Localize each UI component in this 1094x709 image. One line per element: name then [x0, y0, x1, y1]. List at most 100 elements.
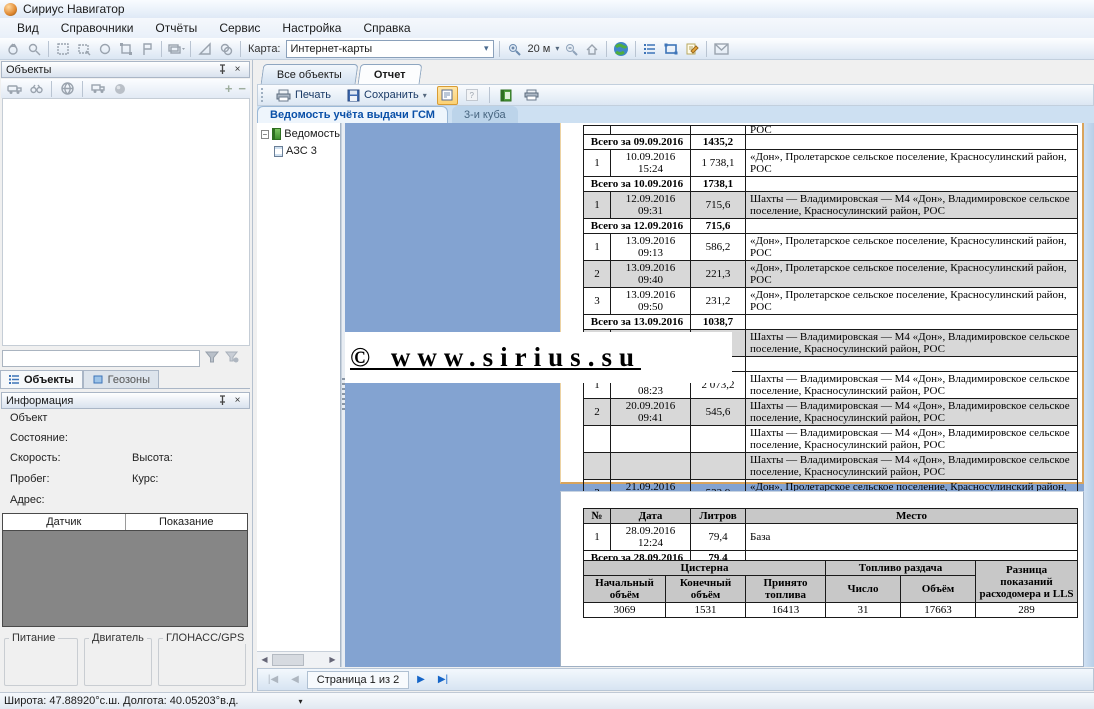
- flag-icon[interactable]: [138, 40, 156, 58]
- map-label: Карта:: [246, 43, 283, 55]
- table-cell: Шахты — Владимировская — М4 «Дон», Влади…: [746, 372, 1078, 399]
- object-search-input[interactable]: [2, 350, 200, 367]
- table-cell: 10.09.2016 15:24: [611, 150, 691, 177]
- table-cell: 289: [976, 603, 1078, 618]
- tab-geozones[interactable]: Геозоны: [83, 370, 159, 388]
- remove-object-icon[interactable]: −: [238, 81, 246, 96]
- report-viewport[interactable]: РОСВсего за 09.09.20161435,2110.09.2016 …: [345, 123, 1084, 667]
- report-row: Шахты — Владимировская — М4 «Дон», Влади…: [584, 426, 1078, 453]
- report-book-button[interactable]: [496, 86, 517, 105]
- info-panel-header: Информация ×: [1, 392, 250, 409]
- glonass-groupbox: ГЛОНАСС/GPS: [158, 638, 246, 686]
- zoom-out-icon[interactable]: [562, 40, 580, 58]
- table-cell: 1 738,1: [691, 150, 746, 177]
- tab-report[interactable]: Отчет: [358, 64, 423, 84]
- scroll-left-icon[interactable]: ◀: [257, 653, 272, 667]
- menu-otchety[interactable]: Отчёты: [144, 18, 208, 38]
- toolbar-separator: [240, 41, 241, 57]
- menu-servis[interactable]: Сервис: [208, 18, 271, 38]
- table-cell: 3: [584, 288, 611, 315]
- first-page-button[interactable]: |◀: [263, 671, 283, 689]
- power-label: Питание: [9, 632, 58, 644]
- menu-nastroyka[interactable]: Настройка: [271, 18, 352, 38]
- menu-spravka[interactable]: Справка: [352, 18, 421, 38]
- prev-page-button[interactable]: ◀: [285, 671, 305, 689]
- main-toolbar: Карта: Интернет-карты ▾ 20 м ▾: [0, 38, 1094, 60]
- table-cell: РОС: [746, 126, 1078, 135]
- zoom-in-icon[interactable]: [505, 40, 523, 58]
- save-button[interactable]: Сохранить ▾: [341, 86, 433, 105]
- next-page-button[interactable]: ▶: [411, 671, 431, 689]
- pin-icon[interactable]: [215, 394, 230, 407]
- help-button[interactable]: ?: [462, 86, 483, 105]
- close-icon[interactable]: ×: [230, 394, 245, 407]
- table-cell: [584, 426, 611, 453]
- menu-vid[interactable]: Вид: [6, 18, 50, 38]
- sphere-icon[interactable]: [111, 80, 129, 98]
- green-book-icon: [500, 89, 512, 102]
- filter-icon[interactable]: [204, 350, 220, 367]
- pin-icon[interactable]: [215, 63, 230, 76]
- objects-list-icon[interactable]: [641, 40, 659, 58]
- geozone-icon[interactable]: [117, 40, 135, 58]
- pan-hand-icon[interactable]: [4, 40, 22, 58]
- last-page-button[interactable]: ▶|: [433, 671, 453, 689]
- truck-icon[interactable]: [89, 80, 107, 98]
- tab-3i-kuba[interactable]: 3-и куба: [452, 106, 518, 123]
- filter-clear-icon[interactable]: [224, 350, 240, 367]
- vehicle-icon[interactable]: [5, 80, 23, 98]
- tree-node-azs[interactable]: АЗС 3: [274, 145, 340, 157]
- objects-list[interactable]: [2, 98, 250, 346]
- report-row: Всего за 12.09.2016715,6: [584, 219, 1078, 234]
- table-cell: «Дон», Пролетарское сельское поселение, …: [746, 234, 1078, 261]
- coins-icon[interactable]: [217, 40, 235, 58]
- table-header-cell: Литров: [691, 509, 746, 524]
- tree-node-vedomost[interactable]: − Ведомость: [261, 128, 340, 140]
- tab-geozones-label: Геозоны: [108, 374, 150, 386]
- summary-group-header-row: ЦистернаТопливо раздачаРазница показаний…: [584, 561, 1078, 576]
- tree-horizontal-scrollbar[interactable]: ◀ ▶: [257, 651, 340, 667]
- power-groupbox: Питание: [4, 638, 78, 686]
- ruler-icon[interactable]: [196, 40, 214, 58]
- tab-all-objects[interactable]: Все объекты: [261, 64, 359, 84]
- report-params-button[interactable]: [437, 86, 458, 105]
- zoom-scale-value[interactable]: 20 м: [526, 43, 553, 55]
- rect-select-icon[interactable]: [54, 40, 72, 58]
- collapse-icon[interactable]: −: [261, 130, 269, 139]
- tab-objects[interactable]: Объекты: [0, 370, 83, 388]
- save-dropdown-icon[interactable]: ▾: [423, 91, 427, 100]
- viewport-scrollbar[interactable]: [1084, 123, 1094, 667]
- close-icon[interactable]: ×: [230, 63, 245, 76]
- layers-icon[interactable]: [167, 40, 185, 58]
- home-icon[interactable]: [583, 40, 601, 58]
- table-cell: [746, 135, 1078, 150]
- scroll-right-icon[interactable]: ▶: [325, 653, 340, 667]
- tab-vedomost[interactable]: Ведомость учёта выдачи ГСМ: [257, 106, 448, 123]
- globe-gray-icon[interactable]: [58, 80, 76, 98]
- add-object-icon[interactable]: +: [225, 81, 233, 96]
- zoom-scale-chevron-icon[interactable]: ▾: [555, 44, 559, 53]
- table-cell: Шахты — Владимировская — М4 «Дон», Влади…: [746, 453, 1078, 480]
- objects-panel-title: Объекты: [6, 64, 215, 76]
- report-page-icon: [441, 89, 453, 101]
- table-header-cell: Дата: [611, 509, 691, 524]
- circle-select-icon[interactable]: [96, 40, 114, 58]
- table-cell: 16413: [746, 603, 826, 618]
- print-preview-button[interactable]: [521, 86, 542, 105]
- magnifier-icon[interactable]: [25, 40, 43, 58]
- table-cell: 1038,7: [691, 315, 746, 330]
- geofence-rect-icon[interactable]: [662, 40, 680, 58]
- table-cell: 12.09.2016 09:31: [611, 192, 691, 219]
- globe-icon[interactable]: [612, 40, 630, 58]
- tab-report-label: Отчет: [374, 69, 406, 81]
- table-header-cell: Топливо раздача: [826, 561, 976, 576]
- statusbar-dropdown-icon[interactable]: ▾: [298, 697, 302, 706]
- scrollbar-thumb[interactable]: [272, 654, 304, 666]
- notepad-edit-icon[interactable]: [683, 40, 701, 58]
- lasso-select-icon[interactable]: [75, 40, 93, 58]
- envelope-icon[interactable]: [712, 40, 730, 58]
- binoculars-icon[interactable]: [27, 80, 45, 98]
- map-source-select[interactable]: Интернет-карты ▾: [286, 40, 494, 58]
- print-button[interactable]: Печать: [270, 86, 337, 105]
- menu-spravochniki[interactable]: Справочники: [50, 18, 145, 38]
